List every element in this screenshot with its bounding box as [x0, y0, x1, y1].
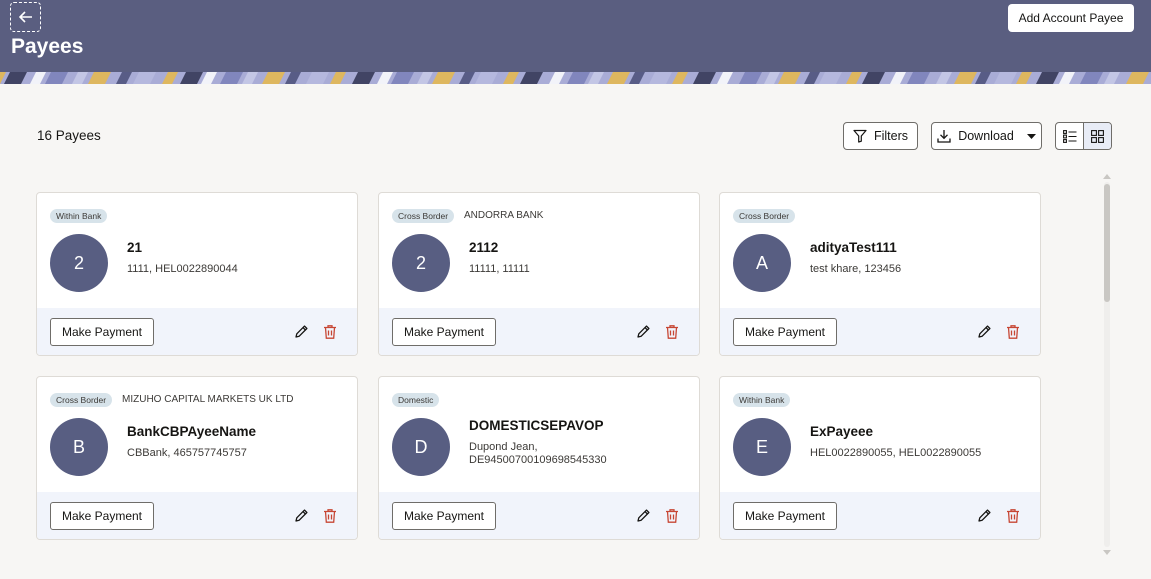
page-header: Payees Add Account Payee [0, 0, 1151, 84]
vertical-scrollbar[interactable] [1101, 172, 1113, 557]
scroll-up-arrow[interactable] [1103, 174, 1111, 179]
payee-account-details: 1111, HEL0022890044 [127, 263, 238, 275]
arrow-left-icon [18, 11, 32, 23]
card-footer: Make Payment [720, 492, 1040, 539]
download-button[interactable]: Download [931, 122, 1042, 150]
back-button[interactable] [10, 2, 41, 32]
payee-card: Domestic D DOMESTICSEPAVOP Dupond Jean, … [378, 376, 700, 540]
card-footer: Make Payment [37, 308, 357, 355]
filters-button[interactable]: Filters [843, 122, 918, 150]
payee-name[interactable]: 21 [127, 240, 142, 255]
scroll-thumb[interactable] [1104, 184, 1110, 302]
payee-account-details: Dupond Jean, DE94500700109698545330 [469, 441, 607, 466]
download-icon [937, 130, 951, 143]
make-payment-button[interactable]: Make Payment [733, 502, 837, 530]
edit-icon[interactable] [976, 324, 992, 340]
payee-account-details: CBBank, 465757745757 [127, 447, 247, 459]
edit-icon[interactable] [976, 508, 992, 524]
payee-name[interactable]: adityaTest111 [810, 240, 897, 255]
edit-icon[interactable] [293, 508, 309, 524]
card-body: Domestic D DOMESTICSEPAVOP Dupond Jean, … [379, 377, 699, 492]
card-footer: Make Payment [37, 492, 357, 539]
header-banner-pattern [0, 72, 1151, 84]
payee-type-badge: Domestic [392, 393, 440, 407]
edit-icon[interactable] [635, 508, 651, 524]
grid-view-icon [1091, 129, 1105, 143]
payee-card: Cross Border ANDORRA BANK 2 2112 11111, … [378, 192, 700, 356]
page-title: Payees [11, 35, 84, 58]
payee-type-badge: Within Bank [50, 209, 108, 223]
payee-account-details: test khare, 123456 [810, 263, 902, 275]
avatar: E [733, 418, 791, 476]
filters-label: Filters [873, 129, 909, 143]
bank-name: MIZUHO CAPITAL MARKETS UK LTD [122, 394, 294, 405]
payee-account-details: HEL0022890055, HEL0022890055 [810, 447, 982, 459]
card-body: Cross Border ANDORRA BANK 2 2112 11111, … [379, 193, 699, 308]
payee-name[interactable]: DOMESTICSEPAVOP [469, 418, 604, 433]
card-body: Within Bank E ExPayeee HEL0022890055, HE… [720, 377, 1040, 492]
avatar: 2 [50, 234, 108, 292]
payee-type-badge: Cross Border [733, 209, 796, 223]
download-label: Download [958, 129, 1014, 143]
grid-view-button[interactable] [1083, 123, 1111, 149]
filter-icon [853, 129, 867, 143]
bank-name: ANDORRA BANK [464, 210, 544, 221]
payee-card: Cross Border A adityaTest111 test khare,… [719, 192, 1041, 356]
make-payment-button[interactable]: Make Payment [733, 318, 837, 346]
edit-icon[interactable] [635, 324, 651, 340]
card-footer: Make Payment [720, 308, 1040, 355]
edit-icon[interactable] [293, 324, 309, 340]
view-toggle [1055, 122, 1112, 150]
card-body: Within Bank 2 21 1111, HEL0022890044 [37, 193, 357, 308]
payee-account-details: 11111, 11111 [469, 263, 530, 275]
payee-name[interactable]: ExPayeee [810, 424, 873, 439]
list-view-icon [1062, 129, 1077, 143]
list-view-button[interactable] [1056, 123, 1083, 149]
payee-card: Within Bank E ExPayeee HEL0022890055, HE… [719, 376, 1041, 540]
payee-card: Within Bank 2 21 1111, HEL0022890044 Mak… [36, 192, 358, 356]
scroll-down-arrow[interactable] [1103, 550, 1111, 555]
payee-card: Cross Border MIZUHO CAPITAL MARKETS UK L… [36, 376, 358, 540]
card-body: Cross Border MIZUHO CAPITAL MARKETS UK L… [37, 377, 357, 492]
card-footer: Make Payment [379, 492, 699, 539]
make-payment-button[interactable]: Make Payment [50, 502, 154, 530]
make-payment-button[interactable]: Make Payment [50, 318, 154, 346]
caret-down-icon [1026, 133, 1036, 139]
delete-icon[interactable] [1005, 508, 1021, 524]
payee-name[interactable]: 2112 [469, 240, 498, 255]
avatar: D [392, 418, 450, 476]
delete-icon[interactable] [322, 508, 338, 524]
card-body: Cross Border A adityaTest111 test khare,… [720, 193, 1040, 308]
payee-count: 16 Payees [37, 128, 101, 143]
payee-type-badge: Within Bank [733, 393, 791, 407]
avatar: A [733, 234, 791, 292]
make-payment-button[interactable]: Make Payment [392, 318, 496, 346]
delete-icon[interactable] [322, 324, 338, 340]
delete-icon[interactable] [664, 508, 680, 524]
avatar: B [50, 418, 108, 476]
add-account-payee-button[interactable]: Add Account Payee [1008, 4, 1134, 32]
card-footer: Make Payment [379, 308, 699, 355]
payee-type-badge: Cross Border [50, 393, 113, 407]
delete-icon[interactable] [1005, 324, 1021, 340]
make-payment-button[interactable]: Make Payment [392, 502, 496, 530]
delete-icon[interactable] [664, 324, 680, 340]
payee-name[interactable]: BankCBPAyeeName [127, 424, 256, 439]
avatar: 2 [392, 234, 450, 292]
payee-type-badge: Cross Border [392, 209, 455, 223]
